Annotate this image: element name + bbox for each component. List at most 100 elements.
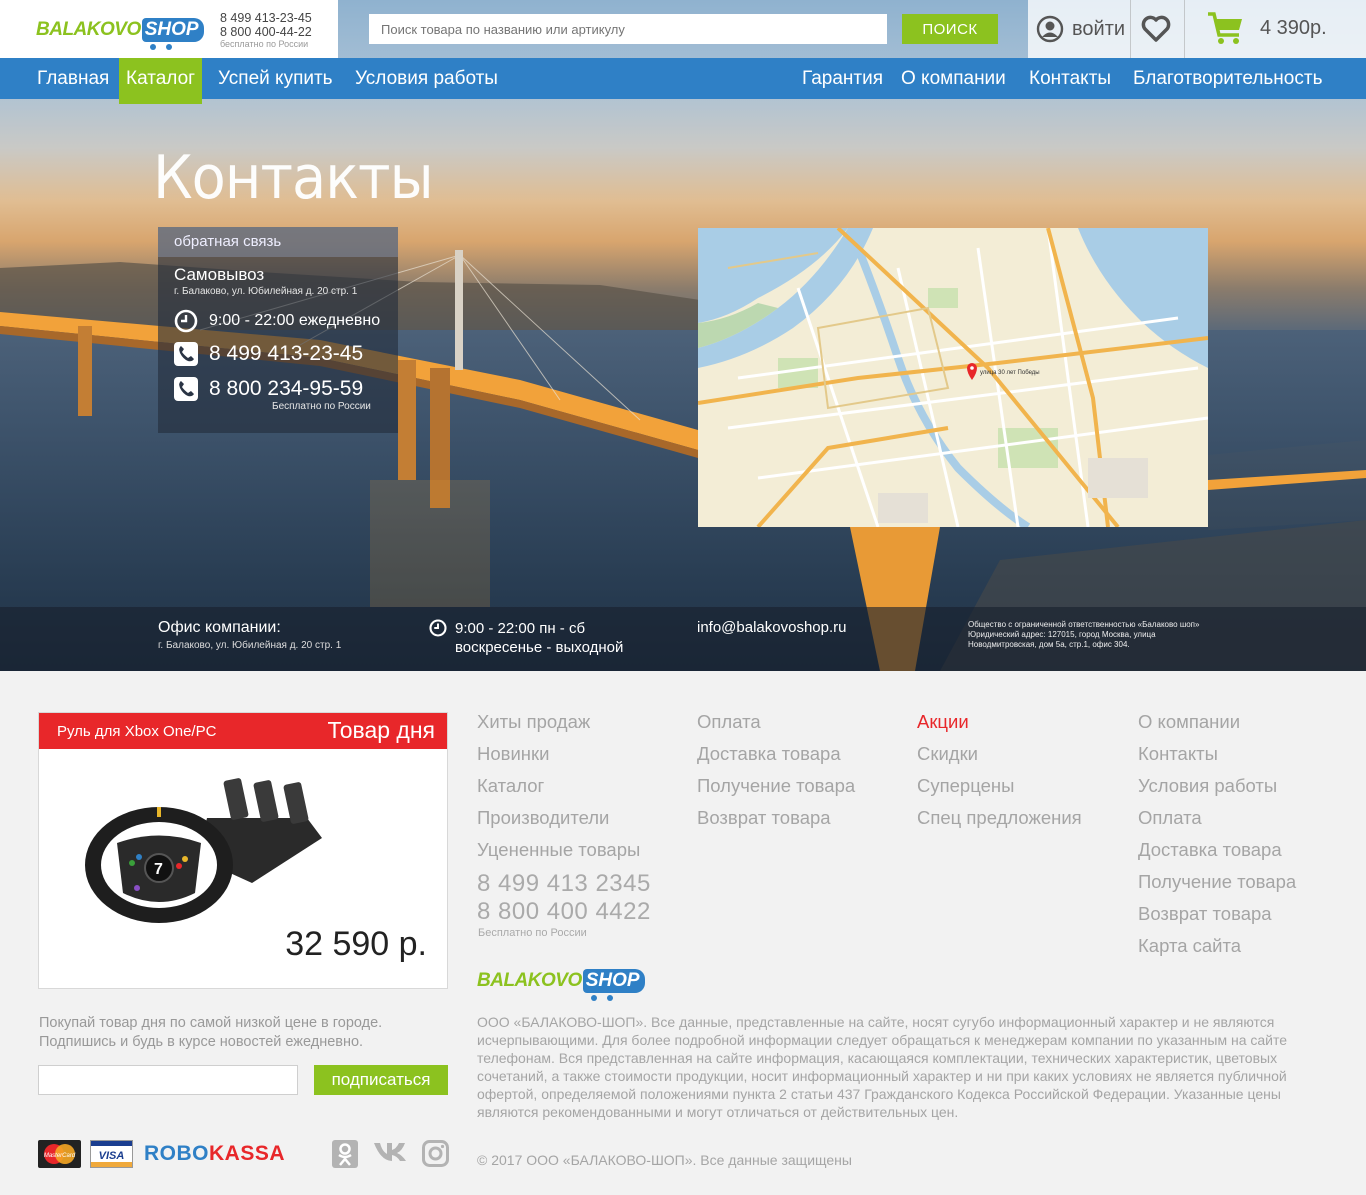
page-title: Контакты (153, 143, 434, 213)
phone-icon (174, 342, 198, 366)
instagram-icon[interactable] (422, 1140, 449, 1167)
nav-item-hurry-buy[interactable]: Успей купить (218, 58, 333, 99)
deal-header: Руль для Xbox One/PC Товар дня (39, 713, 447, 749)
nav-item-home[interactable]: Главная (37, 58, 109, 99)
footer-link-delivery-2[interactable]: Доставка товара (1138, 834, 1296, 866)
nav-item-contacts[interactable]: Контакты (1029, 58, 1111, 99)
robokassa-text-kassa: KASSA (209, 1142, 286, 1165)
footer-phone-1[interactable]: 8 499 413 2345 (477, 870, 651, 898)
feedback-link[interactable]: обратная связь (158, 227, 398, 257)
header-phones: 8 499 413-23-45 8 800 400-44-22 бесплатн… (220, 11, 312, 49)
nav-item-about[interactable]: О компании (901, 58, 1006, 99)
search-input[interactable] (369, 14, 887, 44)
map-canvas[interactable]: улица 30 лет Победы (698, 228, 1208, 527)
footer-link-brands[interactable]: Производители (477, 802, 640, 834)
cart-total[interactable]: 4 390р. (1260, 17, 1327, 40)
svg-text:7: 7 (154, 861, 163, 878)
deal-of-day-card[interactable]: Руль для Xbox One/PC Товар дня 7 32 590 … (38, 712, 448, 989)
deal-price: 32 590 р. (285, 925, 427, 963)
login-label: войти (1072, 17, 1126, 40)
footer-link-return-2[interactable]: Возврат товара (1138, 898, 1296, 930)
footer-phones: 8 499 413 2345 8 800 400 4422 (477, 870, 651, 926)
mastercard-icon: MasterCard (44, 1144, 76, 1164)
legal-disclaimer: ООО «БАЛАКОВО-ШОП». Все данные, представ… (477, 1014, 1288, 1120)
office-hours-text: 9:00 - 22:00 пн - сб воскресенье - выход… (455, 619, 623, 657)
nav-item-catalog[interactable]: Каталог (119, 58, 203, 104)
footer-link-return[interactable]: Возврат товара (697, 802, 855, 834)
deal-product-name[interactable]: Руль для Xbox One/PC (57, 723, 216, 740)
search-button[interactable]: поиск (902, 14, 998, 44)
footer-link-pickup[interactable]: Получение товара (697, 770, 855, 802)
login-button[interactable]: войти (1036, 0, 1144, 58)
footer-link-discounted[interactable]: Уцененные товары (477, 834, 640, 866)
phone-row-2: 8 800 234-95-59 (174, 377, 363, 401)
footer-link-discounts[interactable]: Скидки (917, 738, 1082, 770)
main-nav: Главная Каталог Успей купить Условия раб… (0, 58, 1366, 104)
footer-col-promo: Акции Скидки Суперцены Спец предложения (917, 706, 1082, 834)
footer-link-superprices[interactable]: Суперцены (917, 770, 1082, 802)
heart-icon[interactable] (1141, 15, 1171, 43)
footer-link-payment[interactable]: Оплата (697, 706, 855, 738)
office-hours-weekdays: 9:00 - 22:00 пн - сб (455, 620, 586, 637)
logo-text-shop: SHOP (582, 969, 645, 1001)
footer-link-new[interactable]: Новинки (477, 738, 640, 770)
logo-text-shop: SHOP (141, 18, 204, 50)
footer-col-service: Оплата Доставка товара Получение товара … (697, 706, 855, 834)
location-map[interactable]: улица 30 лет Победы (698, 228, 1208, 527)
footer-phone-2[interactable]: 8 800 400 4422 (477, 898, 651, 926)
subscribe-promo-text: Покупай товар дня по самой низкой цене в… (39, 1015, 383, 1050)
subscribe-email-input[interactable] (38, 1065, 298, 1095)
footer-link-pickup-2[interactable]: Получение товара (1138, 866, 1296, 898)
office-hours-sunday: воскресенье - выходной (455, 639, 624, 656)
visa-text: VISA (99, 1150, 125, 1162)
footer-phone-note: Бесплатно по России (478, 927, 587, 939)
mastercard-text: MasterCard (44, 1153, 76, 1159)
header-phone-1[interactable]: 8 499 413-23-45 (220, 11, 312, 25)
logo-panel: BALAKOVO SHOP 8 499 413-23-45 8 800 400-… (0, 0, 338, 58)
footer-logo[interactable]: BALAKOVO SHOP (477, 965, 645, 1001)
cart-icon[interactable] (1206, 8, 1246, 48)
top-bar: BALAKOVO SHOP 8 499 413-23-45 8 800 400-… (0, 0, 1366, 58)
footer-link-delivery[interactable]: Доставка товара (697, 738, 855, 770)
vk-icon[interactable] (373, 1140, 407, 1162)
footer-link-payment-2[interactable]: Оплата (1138, 802, 1296, 834)
robokassa-text-robo: ROBO (144, 1142, 209, 1165)
clock-icon (429, 619, 447, 637)
pickup-title: Самовывоз (174, 265, 265, 284)
footer-link-promotions[interactable]: Акции (917, 706, 1082, 738)
office-title: Офис компании: (158, 619, 281, 636)
site-logo[interactable]: BALAKOVO SHOP (36, 14, 204, 50)
steering-wheel-image[interactable]: 7 (77, 773, 327, 923)
logo-text-balakovo: BALAKOVO (477, 970, 582, 991)
visa-icon: VISA (91, 1141, 132, 1167)
footer-link-sitemap[interactable]: Карта сайта (1138, 930, 1296, 962)
user-tools: войти 4 390р. (1028, 0, 1366, 58)
office-email[interactable]: info@balakovoshop.ru (697, 619, 847, 636)
mastercard-logo: MasterCard (38, 1140, 81, 1168)
footer-link-catalog[interactable]: Каталог (477, 770, 640, 802)
search-bar: поиск (338, 0, 1028, 58)
hours-text: 9:00 - 22:00 ежедневно (209, 312, 381, 329)
footer-link-bestsellers[interactable]: Хиты продаж (477, 706, 640, 738)
phone-2[interactable]: 8 800 234-95-59 (209, 377, 363, 401)
phone-1[interactable]: 8 499 413-23-45 (209, 342, 363, 366)
nav-item-charity[interactable]: Благотворительность (1133, 58, 1322, 99)
divider (1184, 0, 1185, 58)
pickup-address: г. Балаково, ул. Юбилейная д. 20 стр. 1 (174, 286, 358, 297)
office-address: г. Балаково, ул. Юбилейная д. 20 стр. 1 (158, 640, 342, 651)
footer-link-contacts[interactable]: Контакты (1138, 738, 1296, 770)
map-marker-label: улица 30 лет Победы (980, 370, 1040, 376)
phone-icon (174, 377, 198, 401)
nav-item-warranty[interactable]: Гарантия (802, 58, 883, 99)
odnoklassniki-icon[interactable] (332, 1140, 358, 1168)
visa-logo: VISA (90, 1140, 133, 1168)
hours-row: 9:00 - 22:00 ежедневно (174, 309, 380, 333)
phone-free-note: Бесплатно по России (272, 401, 371, 412)
subscribe-button[interactable]: подписаться (314, 1065, 448, 1095)
footer-link-special-offers[interactable]: Спец предложения (917, 802, 1082, 834)
footer-link-terms[interactable]: Условия работы (1138, 770, 1296, 802)
footer-col-company: О компании Контакты Условия работы Оплат… (1138, 706, 1296, 962)
nav-item-terms[interactable]: Условия работы (355, 58, 498, 99)
header-phone-2[interactable]: 8 800 400-44-22 (220, 25, 312, 39)
footer-link-about[interactable]: О компании (1138, 706, 1296, 738)
